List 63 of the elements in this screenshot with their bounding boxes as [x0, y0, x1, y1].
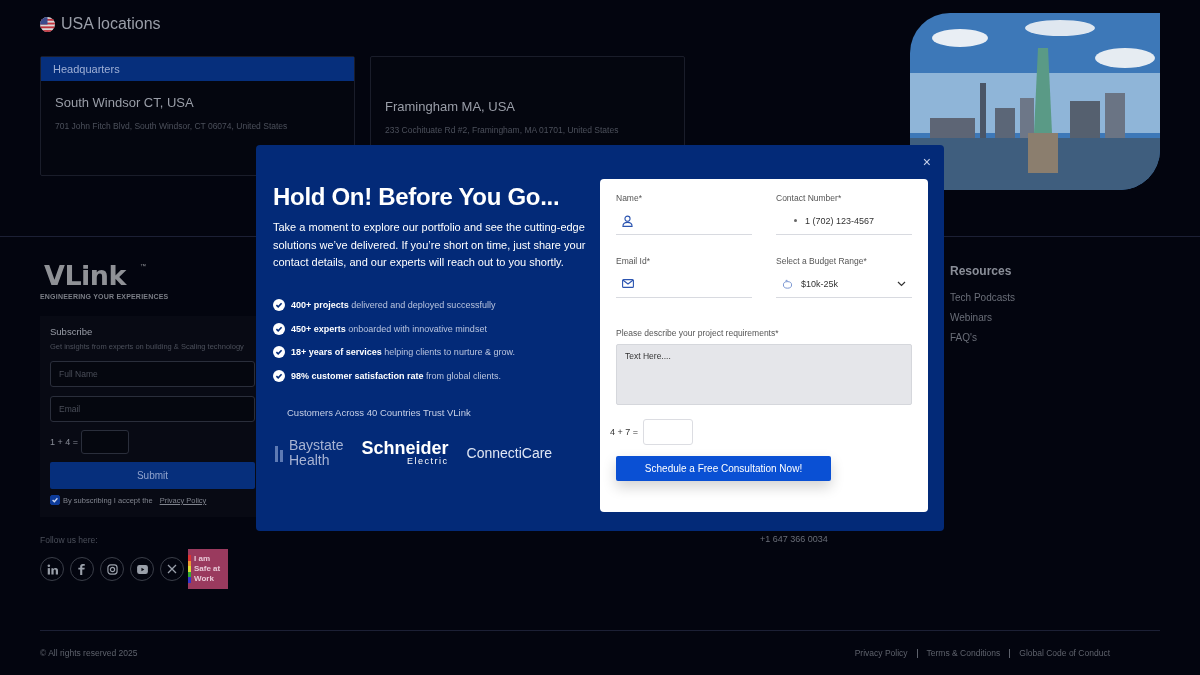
- client-logo-text: Schneider: [361, 439, 449, 457]
- captcha-input[interactable]: [81, 430, 130, 454]
- office-address: 701 John Fitch Blvd, South Windsor, CT 06074, United States: [55, 121, 289, 131]
- name-input[interactable]: Full Name: [50, 361, 255, 387]
- facebook-icon: [77, 563, 87, 575]
- legal-link[interactable]: Global Code of Conduct: [1019, 648, 1110, 658]
- mail-icon: [622, 279, 634, 288]
- client-logo-text: Health: [289, 452, 330, 468]
- close-button[interactable]: ×: [922, 154, 931, 170]
- field-label: Contact Number*: [776, 193, 843, 203]
- check-icon: [273, 346, 285, 359]
- captcha-question: 1 + 4 =: [50, 437, 79, 447]
- popup-intro: Take a moment to explore our portfolio and see the cutting-edge solutions we’ve delivered. If you’re short on time, just share your contact details, and our experts will reach out to you shortly.: [273, 220, 587, 270]
- requirements-textarea[interactable]: Text Here....: [616, 344, 912, 405]
- legal-link[interactable]: Terms & Conditions: [926, 648, 1001, 658]
- user-icon: [622, 214, 633, 227]
- check-icon: [273, 322, 285, 335]
- safe-at-work-badge: I am Safe at Work: [188, 549, 228, 589]
- highlight-text: 18+ years of services helping clients to nurture & grow.: [291, 347, 515, 358]
- check-icon: [273, 369, 285, 382]
- card-tag: Headquarters: [41, 57, 354, 81]
- linkedin-icon: [46, 563, 58, 575]
- legal-link[interactable]: Privacy Policy: [854, 648, 908, 658]
- resource-link[interactable]: FAQ's: [950, 332, 1160, 343]
- check-icon: [273, 299, 285, 312]
- resource-link[interactable]: Webinars: [950, 312, 1160, 323]
- field-value: 1 (702) 123-4567: [805, 215, 875, 226]
- submit-button[interactable]: Submit: [50, 462, 255, 489]
- x-icon: [167, 564, 177, 574]
- field-label: Name*: [616, 193, 643, 203]
- client-logo-text: Electric: [407, 457, 449, 466]
- trust-text: Customers Across 40 Countries Trust VLink: [287, 406, 472, 418]
- schedule-button[interactable]: Schedule a Free Consultation Now!: [616, 456, 831, 481]
- copyright-text: © All rights reserved 2025: [40, 648, 138, 658]
- field-label: Select a Budget Range*: [776, 256, 868, 266]
- chevron-down-icon: [897, 280, 906, 287]
- follow-label: Follow us here:: [40, 535, 99, 545]
- office-city: Framingham MA, USA: [385, 99, 517, 114]
- field-label: Please describe your project requirements*: [616, 328, 780, 338]
- column-heading: Resources: [950, 264, 1013, 278]
- resource-link[interactable]: Tech Podcasts: [950, 292, 1160, 303]
- input-field[interactable]: 1 (702) 123-4567: [776, 207, 912, 235]
- youtube-icon: [136, 564, 148, 574]
- section-title: USA locations: [61, 15, 161, 33]
- office-city: South Windsor CT, USA: [55, 95, 195, 110]
- consent-checkbox[interactable]: [50, 495, 60, 505]
- subscribe-title: Subscribe: [50, 326, 94, 337]
- email-input[interactable]: Email: [50, 396, 255, 422]
- client-logo-text: ConnectiCare: [466, 444, 553, 461]
- field-value: $10k-25k: [801, 278, 839, 289]
- brand-logo: VLink: [43, 263, 127, 289]
- office-address: 233 Cochituate Rd #2, Framingham, MA 01701, United States: [385, 125, 620, 135]
- highlight-text: 400+ projects delivered and deployed successfully: [291, 300, 496, 311]
- highlight-text: 98% customer satisfaction rate from global clients.: [291, 370, 502, 381]
- phone-number: +1 647 366 0034: [760, 534, 829, 544]
- instagram-icon: [106, 563, 118, 575]
- captcha-question: 4 + 7 =: [610, 427, 639, 437]
- client-logo-text: Baystate: [289, 437, 344, 453]
- flag-icon: [40, 16, 55, 32]
- field-label: Email Id*: [616, 256, 651, 266]
- input-field[interactable]: $10k-25k: [776, 270, 912, 298]
- highlight-text: 450+ experts onboarded with innovative mindset: [291, 323, 487, 334]
- popup-title: Hold On! Before You Go...: [273, 183, 561, 211]
